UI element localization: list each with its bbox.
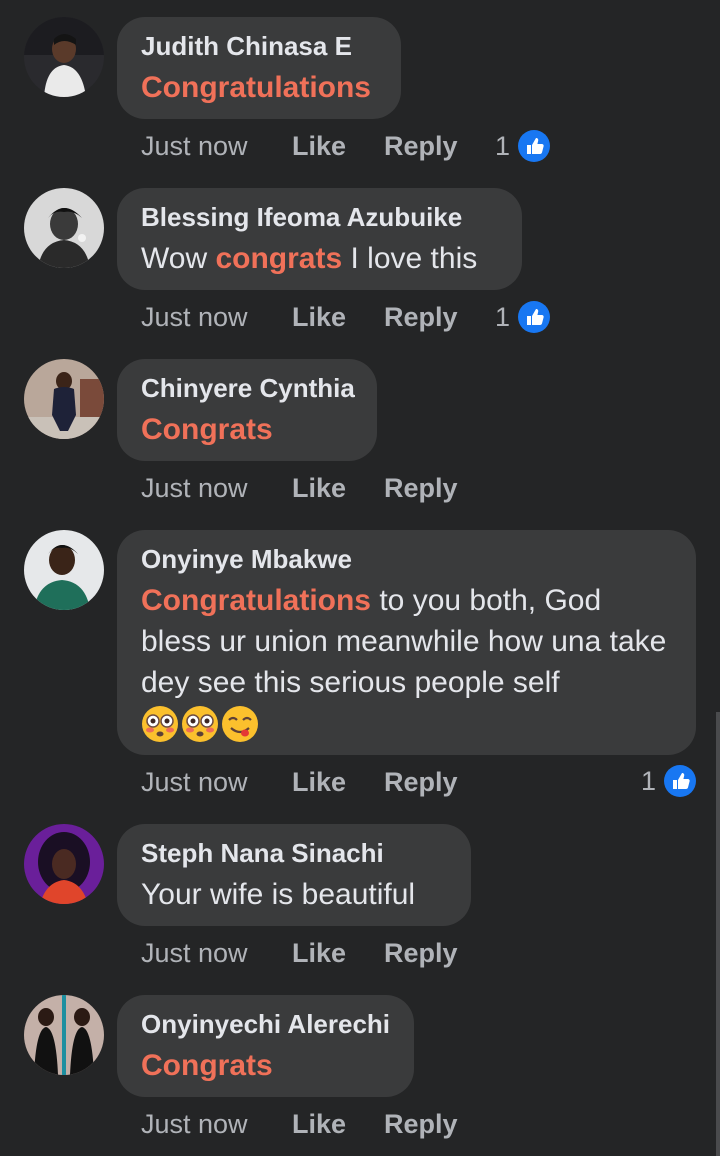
comment-mention[interactable]: congrats	[215, 242, 342, 275]
comment-mention[interactable]: Congrats	[141, 1049, 273, 1082]
comment-text: Congratulations to you both, God bless u…	[141, 580, 672, 703]
avatar-image	[24, 359, 104, 439]
comment-timestamp[interactable]: Just now	[141, 937, 248, 969]
comment-bubble: Steph Nana Sinachi Your wife is beautifu…	[117, 824, 471, 926]
avatar-image	[24, 995, 104, 1075]
reaction-summary[interactable]: 1	[490, 130, 550, 162]
avatar[interactable]	[24, 17, 104, 97]
comment-author[interactable]: Onyinyechi Alerechi	[141, 1009, 390, 1039]
comment-bubble: Chinyere Cynthia Congrats	[117, 359, 377, 461]
reply-button[interactable]: Reply	[384, 130, 458, 162]
flushed-face-icon	[142, 706, 178, 742]
reply-button[interactable]: Reply	[384, 1108, 458, 1140]
comment-author[interactable]: Onyinye Mbakwe	[141, 544, 672, 574]
reply-button[interactable]: Reply	[384, 937, 458, 969]
avatar-image	[24, 824, 104, 904]
reaction-count: 1	[640, 766, 656, 796]
comment-text: Congratulations	[141, 67, 377, 108]
comment-author[interactable]: Chinyere Cynthia	[141, 373, 355, 403]
avatar-image	[24, 188, 104, 268]
comment-bubble: Onyinye Mbakwe Congratulations to you bo…	[117, 530, 696, 755]
comment-mention[interactable]: Congratulations	[141, 71, 371, 104]
avatar-image	[24, 17, 104, 97]
reaction-count: 1	[494, 302, 510, 332]
reply-button[interactable]: Reply	[384, 472, 458, 504]
comment-text: Your wife is beautiful	[141, 874, 447, 915]
avatar-image	[24, 530, 104, 610]
comment-mention[interactable]: Congratulations	[141, 584, 371, 617]
comment-timestamp[interactable]: Just now	[141, 130, 248, 162]
like-button[interactable]: Like	[292, 130, 346, 162]
like-button[interactable]: Like	[292, 1108, 346, 1140]
emoji-row	[141, 705, 672, 745]
comment-text-part: I love this	[342, 242, 478, 275]
comment-bubble: Onyinyechi Alerechi Congrats	[117, 995, 414, 1097]
comment-text: Congrats	[141, 1045, 390, 1086]
like-button[interactable]: Like	[292, 766, 346, 798]
like-button[interactable]: Like	[292, 472, 346, 504]
face-savoring-food-icon	[222, 706, 258, 742]
thumbs-up-icon	[664, 765, 696, 797]
comment-actions: Just now Like Reply	[141, 1108, 561, 1140]
comment-bubble: Blessing Ifeoma Azubuike Wow congrats I …	[117, 188, 522, 290]
comment-timestamp[interactable]: Just now	[141, 472, 248, 504]
reply-button[interactable]: Reply	[384, 766, 458, 798]
reaction-summary[interactable]: 1	[636, 765, 696, 797]
comment-actions: Just now Like Reply	[141, 937, 561, 969]
thumbs-up-icon	[518, 301, 550, 333]
like-button[interactable]: Like	[292, 301, 346, 333]
comment-timestamp[interactable]: Just now	[141, 766, 248, 798]
comment-author[interactable]: Blessing Ifeoma Azubuike	[141, 202, 498, 232]
comment-text-part: Wow	[141, 242, 216, 275]
comment-mention[interactable]: Congrats	[141, 413, 273, 446]
reaction-count: 1	[494, 131, 510, 161]
like-button[interactable]: Like	[292, 937, 346, 969]
comment-timestamp[interactable]: Just now	[141, 301, 248, 333]
comment-actions: Just now Like Reply	[141, 472, 561, 504]
scrollbar[interactable]	[716, 712, 720, 1156]
comment-text: Congrats	[141, 409, 353, 450]
avatar[interactable]	[24, 530, 104, 610]
flushed-face-icon	[182, 706, 218, 742]
comment-text: Wow congrats I love this	[141, 238, 498, 279]
comment-author[interactable]: Judith Chinasa E	[141, 31, 377, 61]
comment-author[interactable]: Steph Nana Sinachi	[141, 838, 447, 868]
avatar[interactable]	[24, 359, 104, 439]
thumbs-up-icon	[518, 130, 550, 162]
reply-button[interactable]: Reply	[384, 301, 458, 333]
avatar[interactable]	[24, 188, 104, 268]
avatar[interactable]	[24, 995, 104, 1075]
avatar[interactable]	[24, 824, 104, 904]
comment-bubble: Judith Chinasa E Congratulations	[117, 17, 401, 119]
reaction-summary[interactable]: 1	[490, 301, 550, 333]
comment-actions: Just now Like Reply	[141, 766, 561, 798]
comment-timestamp[interactable]: Just now	[141, 1108, 248, 1140]
comment-text-part: Your wife is beautiful	[141, 878, 416, 911]
